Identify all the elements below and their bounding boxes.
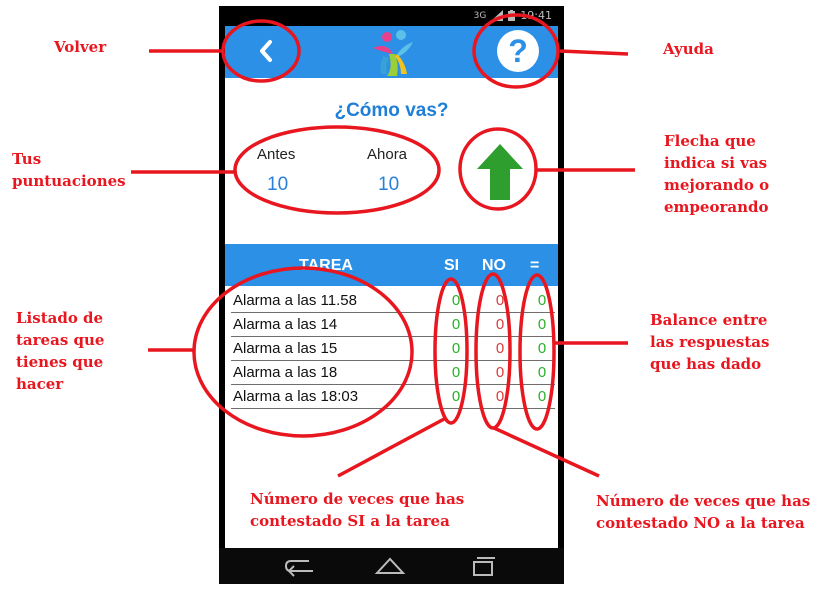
app-logo [373, 30, 413, 76]
help-button[interactable]: ? [497, 30, 539, 72]
si-count: 0 [451, 388, 461, 405]
annotation-listado: Listado de tareas que tienes que hacer [16, 309, 105, 393]
chevron-left-icon [260, 40, 272, 62]
annotation-veces-si: Número de veces que has contestado SI a … [250, 490, 465, 530]
table-row[interactable]: Alarma a las 18 0 0 0 [231, 362, 555, 385]
annotation-flecha: Flecha que indica si vas mejorando o emp… [664, 132, 770, 216]
si-count: 0 [451, 316, 461, 333]
header-si: SI [444, 257, 460, 274]
now-score: 10 [378, 174, 400, 195]
before-score: 10 [267, 174, 289, 195]
main-content: ¿Cómo vas? Antes 10 Ahora 10 TAREA SI NO… [225, 78, 558, 548]
back-button[interactable] [253, 38, 279, 64]
table-row[interactable]: Alarma a las 18:03 0 0 0 [231, 386, 555, 409]
annotation-puntuaciones: Tus puntuaciones [12, 150, 126, 190]
balance-count: 0 [537, 316, 547, 333]
arrow-up-icon [477, 144, 523, 200]
annotation-ayuda: Ayuda [663, 40, 714, 58]
table-row[interactable]: Alarma a las 11.58 0 0 0 [231, 290, 555, 313]
task-name: Alarma a las 14 [233, 316, 338, 333]
clock: 19:41 [520, 9, 552, 22]
nav-back-icon[interactable] [283, 555, 317, 577]
annotation-balance: Balance entre las respuestas que has dad… [650, 311, 770, 373]
app-bar: ? [225, 26, 558, 78]
now-label: Ahora [367, 146, 408, 163]
question-mark-icon: ? [508, 33, 528, 69]
battery-icon [508, 10, 516, 21]
no-count: 0 [495, 388, 505, 405]
page-title: ¿Cómo vas? [334, 100, 449, 121]
nav-recents-icon[interactable] [465, 555, 499, 577]
task-name: Alarma a las 11.58 [233, 292, 357, 309]
balance-count: 0 [537, 292, 547, 309]
no-count: 0 [495, 316, 505, 333]
annotation-veces-no: Número de veces que has contestado NO a … [596, 492, 811, 532]
before-label: Antes [257, 146, 296, 163]
header-eq: = [530, 257, 540, 274]
balance-count: 0 [537, 340, 547, 357]
header-no: NO [482, 257, 506, 274]
status-bar: 3G 19:41 [219, 6, 564, 26]
system-nav-bar [219, 548, 564, 584]
table-row[interactable]: Alarma a las 14 0 0 0 [231, 314, 555, 337]
balance-count: 0 [537, 364, 547, 381]
table-row[interactable]: Alarma a las 15 0 0 0 [231, 338, 555, 361]
task-name: Alarma a las 15 [233, 340, 338, 357]
no-count: 0 [495, 364, 505, 381]
si-count: 0 [451, 292, 461, 309]
annotation-volver: Volver [54, 38, 107, 56]
network-indicator: 3G [473, 10, 487, 21]
balance-count: 0 [537, 388, 547, 405]
signal-icon [491, 10, 504, 21]
task-name: Alarma a las 18 [233, 364, 338, 381]
nav-home-icon[interactable] [373, 555, 407, 577]
no-count: 0 [495, 292, 505, 309]
si-count: 0 [451, 364, 461, 381]
task-name: Alarma a las 18:03 [233, 388, 359, 405]
header-task: TAREA [299, 257, 353, 274]
task-table-header: TAREA SI NO = [225, 244, 558, 286]
si-count: 0 [451, 340, 461, 357]
no-count: 0 [495, 340, 505, 357]
